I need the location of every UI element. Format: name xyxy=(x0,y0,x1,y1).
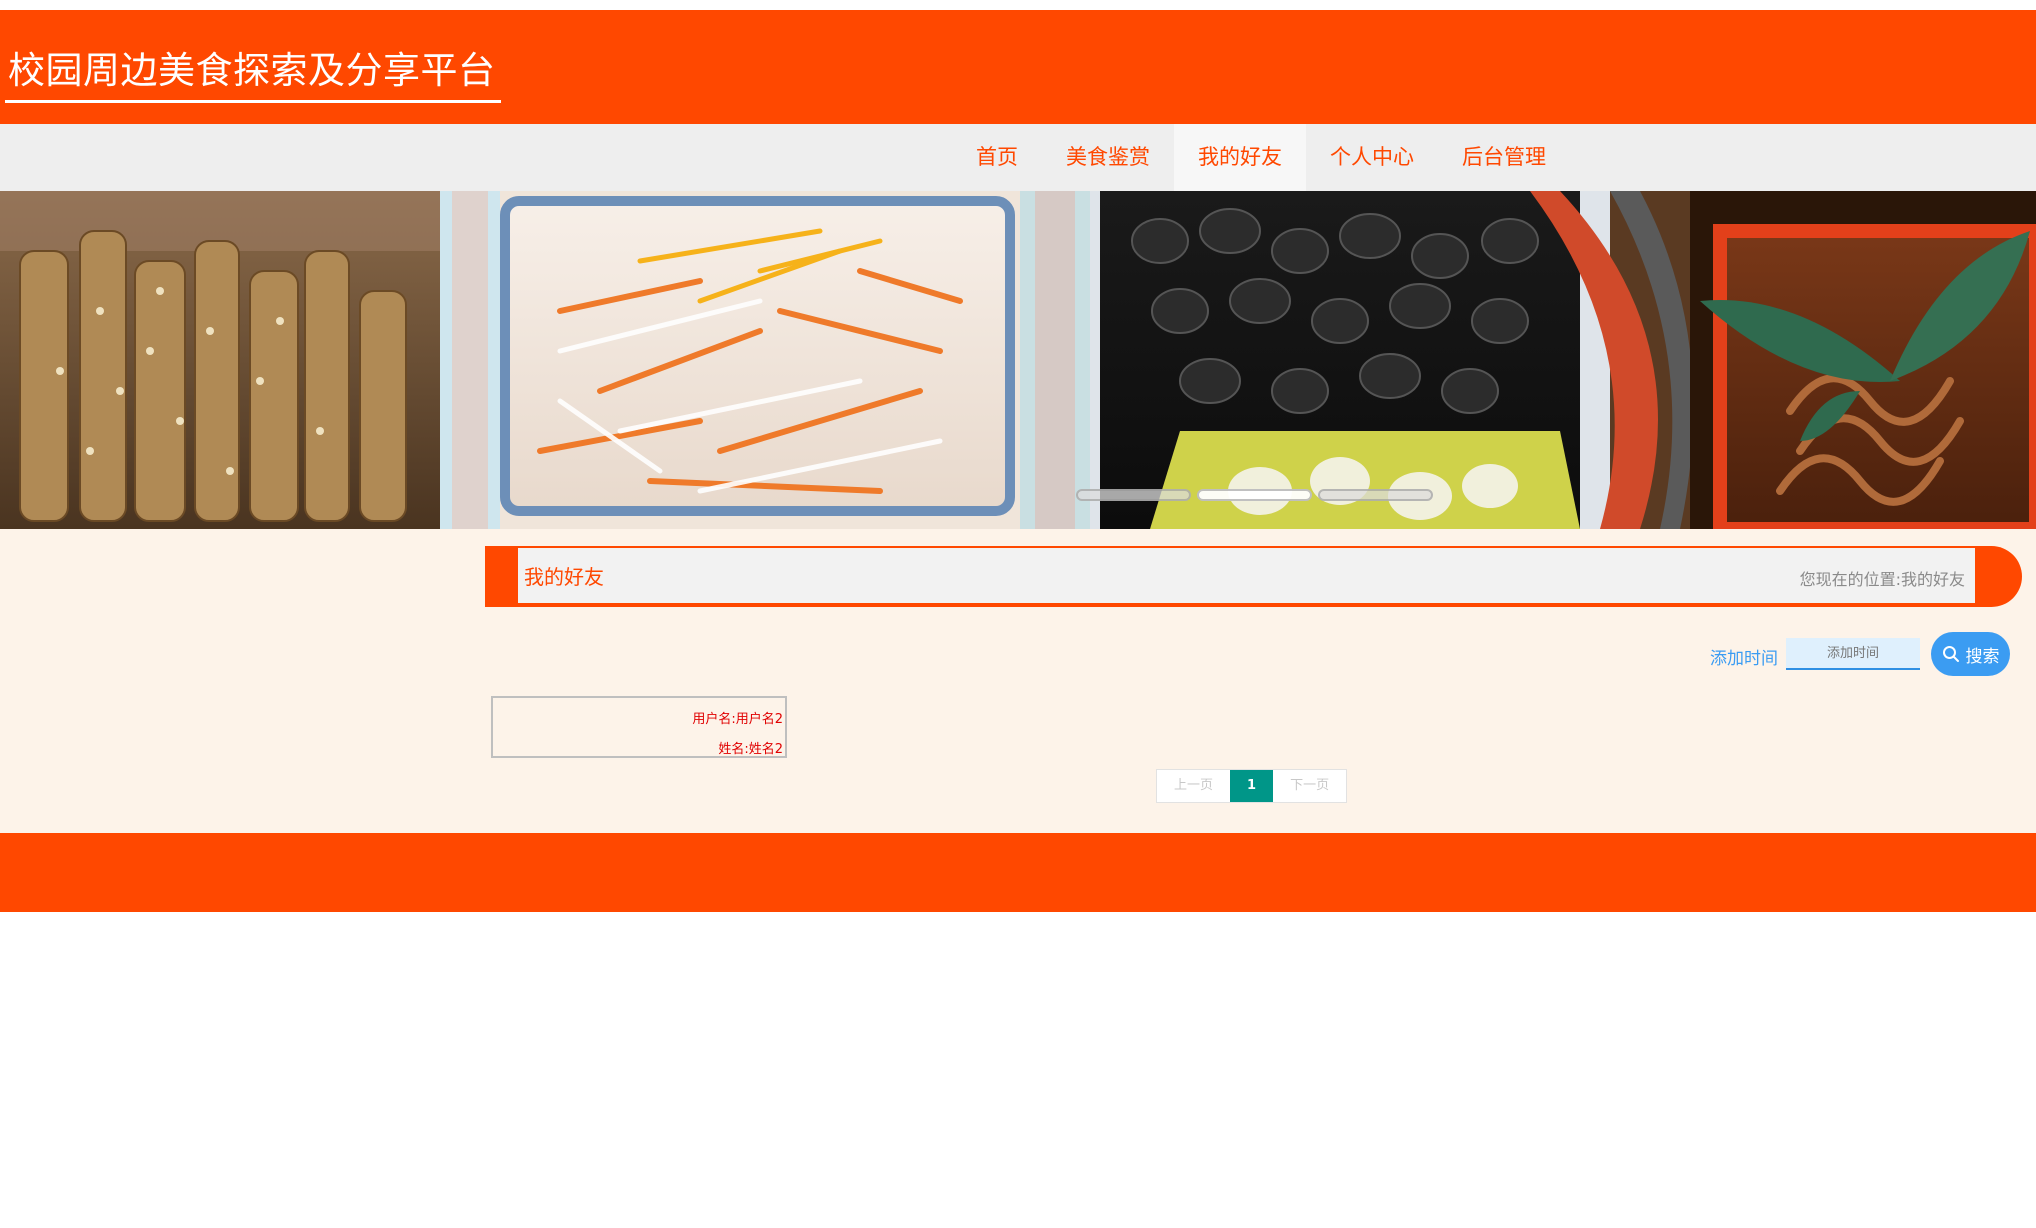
carousel-dot-1[interactable] xyxy=(1076,489,1191,501)
search-label: 添加时间 xyxy=(1710,649,1778,669)
pagination-next[interactable]: 下一页 xyxy=(1273,770,1346,802)
breadcrumb-inner xyxy=(518,548,1975,603)
banner-carousel xyxy=(0,191,2036,529)
friend-username: 用户名:用户名2 xyxy=(692,708,783,727)
page-title: 我的好友 xyxy=(524,565,604,589)
search-button-label: 搜索 xyxy=(1965,646,2000,667)
search-button[interactable]: 搜索 xyxy=(1931,632,2010,676)
nav-item-my-friends[interactable]: 我的好友 xyxy=(1174,124,1306,191)
search-icon xyxy=(1942,645,1960,663)
breadcrumb-location-label: 您现在的位置: xyxy=(1799,570,1901,589)
carousel-dot-3[interactable] xyxy=(1318,489,1433,501)
nav-items: 首页 美食鉴赏 我的好友 个人中心 后台管理 xyxy=(952,124,1570,191)
friend-username-label: 用户名: xyxy=(692,712,736,727)
site-title[interactable]: 校园周边美食探索及分享平台 xyxy=(5,48,501,103)
breadcrumb-location: 您现在的位置:我的好友 xyxy=(1800,566,1965,590)
search-input[interactable] xyxy=(1786,638,1920,670)
nav-item-home[interactable]: 首页 xyxy=(952,124,1042,191)
friend-name-value: 姓名2 xyxy=(748,742,783,757)
friend-card[interactable]: 用户名:用户名2 姓名:姓名2 xyxy=(491,696,787,758)
pagination-current-page[interactable]: 1 xyxy=(1230,770,1274,802)
carousel-indicators xyxy=(1076,489,1433,501)
pagination-prev[interactable]: 上一页 xyxy=(1157,770,1230,802)
pagination: 上一页 1 下一页 xyxy=(1156,769,1348,803)
nav-item-personal-center[interactable]: 个人中心 xyxy=(1306,124,1438,191)
friend-name: 姓名:姓名2 xyxy=(718,738,783,757)
friend-username-value: 用户名2 xyxy=(735,712,783,727)
page: 校园周边美食探索及分享平台 首页 美食鉴赏 我的好友 个人中心 后台管理 我的好… xyxy=(0,0,2036,1228)
nav-item-admin[interactable]: 后台管理 xyxy=(1438,124,1570,191)
main-nav: 首页 美食鉴赏 我的好友 个人中心 后台管理 xyxy=(0,124,2036,191)
friend-name-label: 姓名: xyxy=(718,742,749,757)
site-header: 校园周边美食探索及分享平台 xyxy=(0,10,2036,124)
site-footer xyxy=(0,833,2036,912)
carousel-dot-2[interactable] xyxy=(1197,489,1312,501)
breadcrumb-location-value: 我的好友 xyxy=(1900,570,1965,589)
nav-item-food-appreciation[interactable]: 美食鉴赏 xyxy=(1042,124,1174,191)
banner-food-image xyxy=(0,191,2036,529)
